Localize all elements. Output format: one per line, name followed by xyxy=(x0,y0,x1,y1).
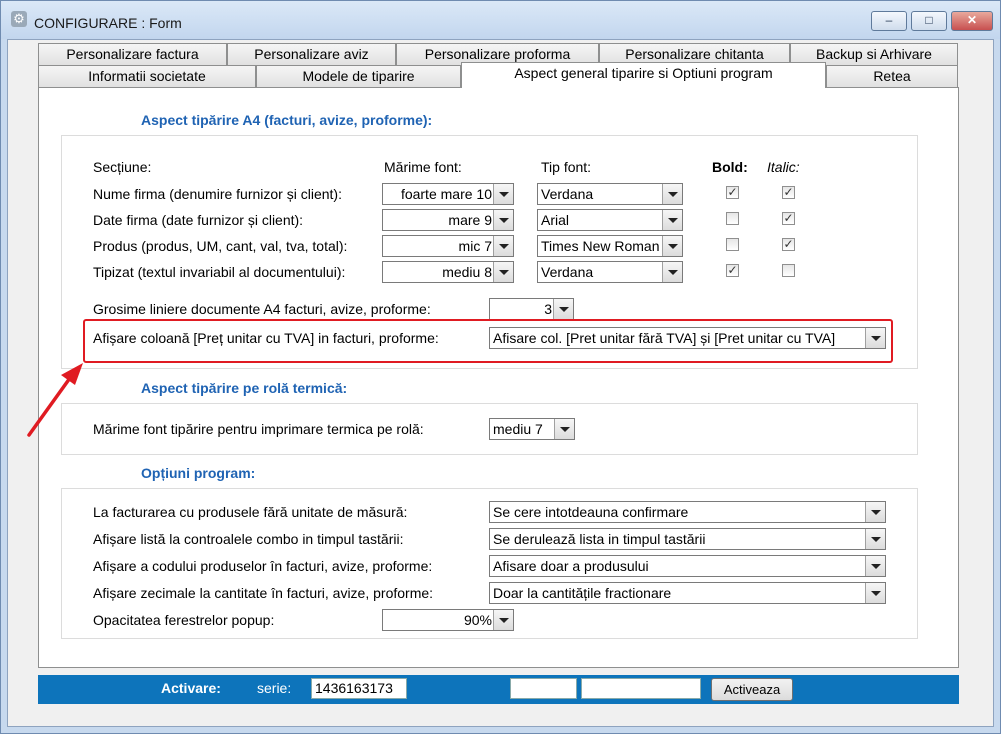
italic-checkbox-produs[interactable]: ✓ xyxy=(782,238,795,251)
option-label-decimals: Afișare zecimale la cantitate în facturi… xyxy=(93,585,434,601)
chevron-down-icon[interactable] xyxy=(865,583,885,603)
chevron-down-icon[interactable] xyxy=(493,262,513,282)
option-select-combo-list[interactable]: Se derulează lista in timpul tastării xyxy=(489,528,886,550)
tab-modele-tiparire[interactable]: Modele de tiparire xyxy=(256,65,461,87)
selected-value: Verdana xyxy=(541,186,594,202)
option-label-product-code: Afișare a codului produselor în facturi,… xyxy=(93,558,433,574)
options-section-title: Opțiuni program: xyxy=(141,465,256,481)
tab-personalizare-aviz[interactable]: Personalizare aviz xyxy=(227,43,396,65)
title-bar[interactable]: ⚙ CONFIGURARE : Form – □ ✕ xyxy=(1,1,1000,39)
chevron-down-icon[interactable] xyxy=(865,502,885,522)
opacity-label: Opacitatea ferestrelor popup: xyxy=(93,612,275,628)
row-label-date-firma: Date firma (date furnizor și client): xyxy=(93,212,304,228)
selected-value: Times New Roman xyxy=(541,238,660,254)
font-size-select-date-firma[interactable]: mare 9 xyxy=(382,209,514,231)
font-size-select-produs[interactable]: mic 7 xyxy=(382,235,514,257)
font-type-select-tipizat[interactable]: Verdana xyxy=(537,261,683,283)
italic-checkbox-tipizat[interactable] xyxy=(782,264,795,277)
tab-aspect-general[interactable]: Aspect general tiparire si Optiuni progr… xyxy=(461,62,826,88)
serie-input[interactable]: 1436163173 xyxy=(311,678,407,699)
italic-checkbox-nume-firma[interactable]: ✓ xyxy=(782,186,795,199)
selected-value: Arial xyxy=(541,212,570,228)
chevron-down-icon[interactable] xyxy=(493,610,513,630)
font-type-select-nume-firma[interactable]: Verdana xyxy=(537,183,683,205)
row-label-tipizat: Tipizat (textul invariabil al documentul… xyxy=(93,264,346,280)
gear-icon[interactable]: ⚙ xyxy=(11,11,27,27)
chevron-down-icon[interactable] xyxy=(493,236,513,256)
selected-value: Afisare doar a produsului xyxy=(493,558,649,574)
font-size-select-nume-firma[interactable]: foarte mare 10 xyxy=(382,183,514,205)
italic-checkbox-date-firma[interactable]: ✓ xyxy=(782,212,795,225)
line-thickness-label: Grosime liniere documente A4 facturi, av… xyxy=(93,301,431,317)
option-label-unit: La facturarea cu produsele fără unitate … xyxy=(93,504,408,520)
close-button[interactable]: ✕ xyxy=(951,11,993,31)
selected-value: 3 xyxy=(544,301,552,317)
option-select-unit[interactable]: Se cere intotdeauna confirmare xyxy=(489,501,886,523)
chevron-down-icon[interactable] xyxy=(662,184,682,204)
highlight-box xyxy=(83,319,893,363)
selected-value: mare 9 xyxy=(448,212,492,228)
chevron-down-icon[interactable] xyxy=(865,529,885,549)
bold-checkbox-produs[interactable] xyxy=(726,238,739,251)
activation-bar: Activare: serie: 1436163173 Activeaza xyxy=(38,675,959,704)
bold-checkbox-tipizat[interactable]: ✓ xyxy=(726,264,739,277)
activation-code-input-2[interactable] xyxy=(581,678,701,699)
tab-retea[interactable]: Retea xyxy=(826,65,958,87)
chevron-down-icon[interactable] xyxy=(554,419,574,439)
row-label-produs: Produs (produs, UM, cant, val, tva, tota… xyxy=(93,238,348,254)
chevron-down-icon[interactable] xyxy=(662,236,682,256)
roll-section-title: Aspect tipărire pe rolă termică: xyxy=(141,380,348,396)
roll-font-label: Mărime font tipărire pentru imprimare te… xyxy=(93,421,424,437)
header-sectiune: Secțiune: xyxy=(93,159,152,175)
option-select-product-code[interactable]: Afisare doar a produsului xyxy=(489,555,886,577)
line-thickness-select[interactable]: 3 xyxy=(489,298,574,320)
selected-value: 90% xyxy=(463,612,492,628)
selected-value: Doar la cantitățile fractionare xyxy=(493,585,672,601)
chevron-down-icon[interactable] xyxy=(662,262,682,282)
font-size-select-tipizat[interactable]: mediu 8 xyxy=(382,261,514,283)
chevron-down-icon[interactable] xyxy=(493,210,513,230)
roll-font-select[interactable]: mediu 7 xyxy=(489,418,575,440)
header-bold: Bold: xyxy=(712,159,748,175)
row-label-nume-firma: Nume firma (denumire furnizor și client)… xyxy=(93,186,342,202)
chevron-down-icon[interactable] xyxy=(662,210,682,230)
window-title: CONFIGURARE : Form xyxy=(34,15,182,31)
activate-button[interactable]: Activeaza xyxy=(711,678,793,701)
bold-checkbox-date-firma[interactable] xyxy=(726,212,739,225)
chevron-down-icon[interactable] xyxy=(493,184,513,204)
option-select-decimals[interactable]: Doar la cantitățile fractionare xyxy=(489,582,886,604)
chevron-down-icon[interactable] xyxy=(865,556,885,576)
selected-value: mediu 7 xyxy=(493,421,543,437)
maximize-button[interactable]: □ xyxy=(911,11,947,31)
tab-personalizare-factura[interactable]: Personalizare factura xyxy=(38,43,227,65)
header-tip-font: Tip font: xyxy=(541,159,592,175)
a4-section-title: Aspect tipărire A4 (facturi, avize, prof… xyxy=(141,112,433,128)
header-italic: Italic: xyxy=(767,159,800,175)
chevron-down-icon[interactable] xyxy=(553,299,573,319)
selected-value: mic 7 xyxy=(458,238,492,254)
configurare-window: ⚙ CONFIGURARE : Form – □ ✕ Personalizare… xyxy=(0,0,1001,734)
bold-checkbox-nume-firma[interactable]: ✓ xyxy=(726,186,739,199)
minimize-button[interactable]: – xyxy=(871,11,907,31)
selected-value: Verdana xyxy=(541,264,594,280)
font-type-select-produs[interactable]: Times New Roman xyxy=(537,235,683,257)
selected-value: foarte mare 10 xyxy=(400,186,492,202)
font-type-select-date-firma[interactable]: Arial xyxy=(537,209,683,231)
header-marime-font: Mărime font: xyxy=(384,159,462,175)
selected-value: Se cere intotdeauna confirmare xyxy=(493,504,689,520)
selected-value: mediu 8 xyxy=(442,264,492,280)
opacity-select[interactable]: 90% xyxy=(382,609,514,631)
activation-label: Activare: xyxy=(161,680,221,696)
activation-code-input-1[interactable] xyxy=(510,678,577,699)
option-label-combo-list: Afișare listă la controalele combo in ti… xyxy=(93,531,404,547)
selected-value: Se derulează lista in timpul tastării xyxy=(493,531,706,547)
tab-informatii-societate[interactable]: Informatii societate xyxy=(38,65,256,87)
serie-label: serie: xyxy=(257,680,292,696)
